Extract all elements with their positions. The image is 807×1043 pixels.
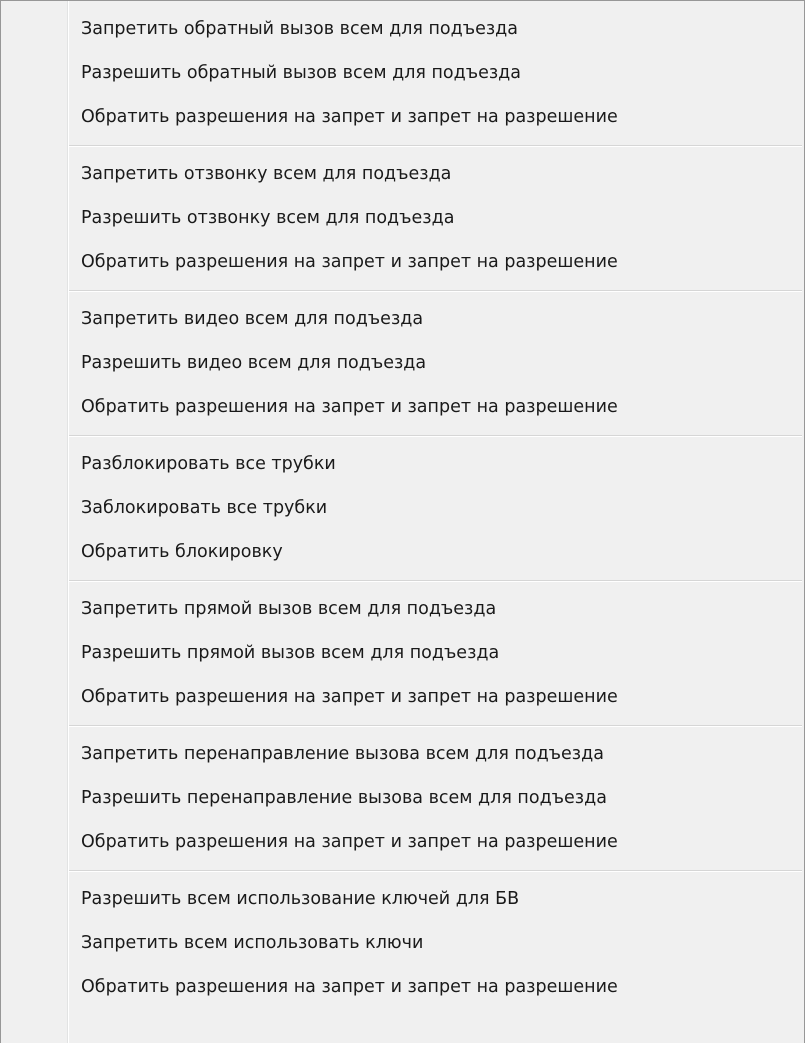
menu-item-allow-keys[interactable]: Разрешить всем использование ключей для …: [1, 877, 804, 921]
menu-item-allow-ringback[interactable]: Разрешить отзвонку всем для подъезда: [1, 196, 804, 240]
menu-item-allow-direct-call[interactable]: Разрешить прямой вызов всем для подъезда: [1, 631, 804, 675]
menu-group-handsets: Разблокировать все трубки Заблокировать …: [1, 442, 804, 574]
menu-item-deny-forwarding[interactable]: Запретить перенаправление вызова всем дл…: [1, 732, 804, 776]
menu-separator: [1, 574, 804, 587]
menu-item-deny-direct-call[interactable]: Запретить прямой вызов всем для подъезда: [1, 587, 804, 631]
menu-item-deny-ringback[interactable]: Запретить отзвонку всем для подъезда: [1, 152, 804, 196]
menu-group-keys: Разрешить всем использование ключей для …: [1, 877, 804, 1009]
menu-item-invert-keys[interactable]: Обратить разрешения на запрет и запрет н…: [1, 965, 804, 1009]
menu-item-invert-forwarding[interactable]: Обратить разрешения на запрет и запрет н…: [1, 820, 804, 864]
menu-item-invert-ringback[interactable]: Обратить разрешения на запрет и запрет н…: [1, 240, 804, 284]
menu-item-invert-video[interactable]: Обратить разрешения на запрет и запрет н…: [1, 385, 804, 429]
menu-group-direct-call: Запретить прямой вызов всем для подъезда…: [1, 587, 804, 719]
menu-separator: [1, 864, 804, 877]
menu-group-call-forwarding: Запретить перенаправление вызова всем дл…: [1, 732, 804, 864]
menu-item-invert-blocking[interactable]: Обратить блокировку: [1, 530, 804, 574]
menu-separator: [1, 719, 804, 732]
menu-item-allow-forwarding[interactable]: Разрешить перенаправление вызова всем дл…: [1, 776, 804, 820]
menu-item-deny-keys[interactable]: Запретить всем использовать ключи: [1, 921, 804, 965]
menu-item-block-handsets[interactable]: Заблокировать все трубки: [1, 486, 804, 530]
menu-item-allow-callback[interactable]: Разрешить обратный вызов всем для подъез…: [1, 51, 804, 95]
menu-item-allow-video[interactable]: Разрешить видео всем для подъезда: [1, 341, 804, 385]
menu-item-invert-callback[interactable]: Обратить разрешения на запрет и запрет н…: [1, 95, 804, 139]
context-menu: Запретить обратный вызов всем для подъез…: [0, 0, 805, 1043]
menu-item-deny-video[interactable]: Запретить видео всем для подъезда: [1, 297, 804, 341]
menu-item-invert-direct-call[interactable]: Обратить разрешения на запрет и запрет н…: [1, 675, 804, 719]
menu-group-ringback: Запретить отзвонку всем для подъезда Раз…: [1, 152, 804, 284]
menu-item-unblock-handsets[interactable]: Разблокировать все трубки: [1, 442, 804, 486]
menu-separator: [1, 139, 804, 152]
menu-group-video: Запретить видео всем для подъезда Разреш…: [1, 297, 804, 429]
menu-separator: [1, 429, 804, 442]
menu-group-callback: Запретить обратный вызов всем для подъез…: [1, 7, 804, 139]
menu-separator: [1, 284, 804, 297]
menu-item-deny-callback[interactable]: Запретить обратный вызов всем для подъез…: [1, 7, 804, 51]
